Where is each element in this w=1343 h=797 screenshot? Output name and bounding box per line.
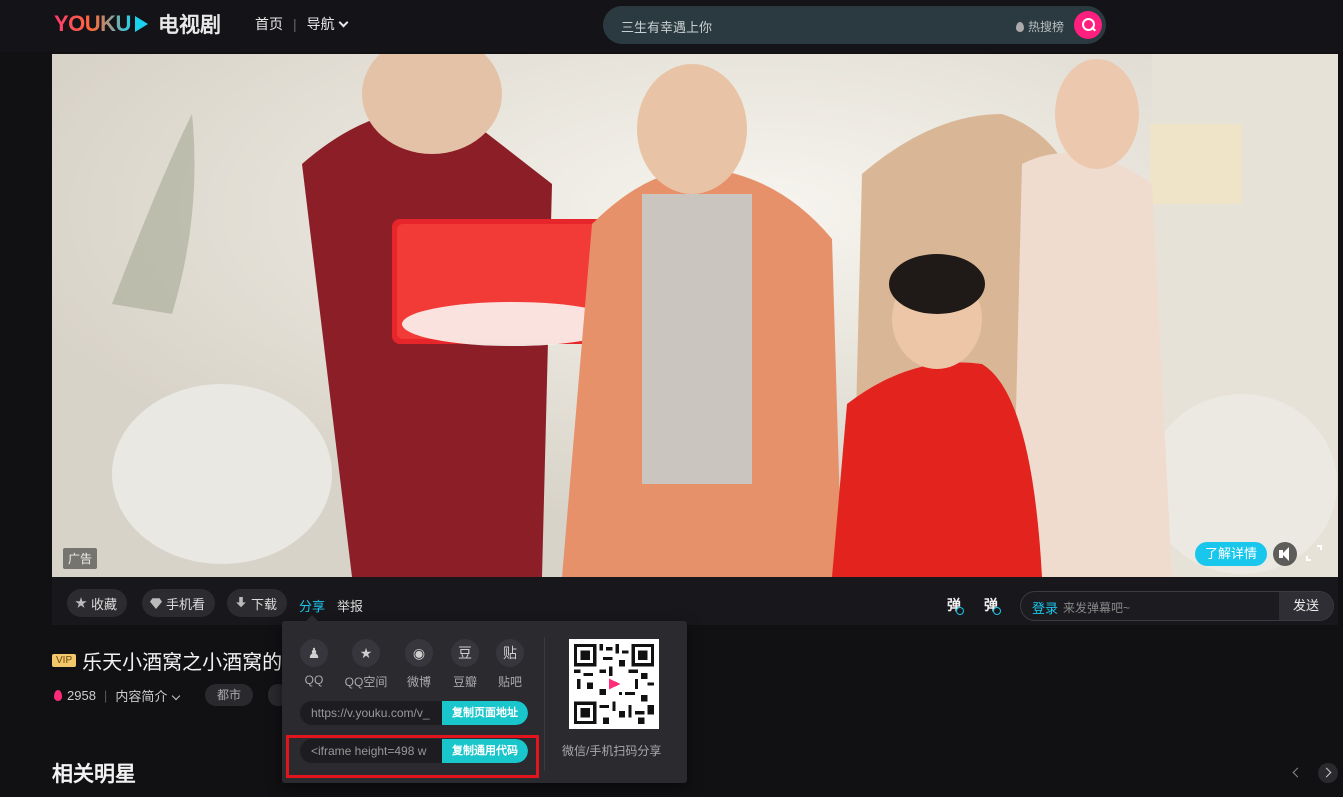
watch-on-mobile-button[interactable]: 手机看 bbox=[142, 589, 216, 617]
qzone-icon: ★ bbox=[352, 639, 380, 667]
qr-code-image bbox=[574, 644, 654, 724]
share-label: 豆瓣 bbox=[452, 675, 477, 689]
nav-menu-label: 导航 bbox=[306, 16, 335, 32]
douban-icon: 豆 bbox=[451, 639, 479, 667]
meta-separator: | bbox=[103, 688, 108, 703]
report-button[interactable]: 举报 bbox=[337, 596, 363, 615]
share-qzone[interactable]: ★ QQ空间 bbox=[341, 639, 391, 690]
share-qq[interactable]: ♟ QQ bbox=[289, 639, 339, 687]
copy-page-url-button[interactable]: 复制页面地址 bbox=[442, 701, 528, 725]
nav-menu-dropdown[interactable]: 导航 bbox=[306, 14, 349, 34]
collect-button[interactable]: 收藏 bbox=[67, 589, 128, 617]
chevron-down-icon bbox=[172, 691, 181, 701]
share-qr-code bbox=[569, 639, 659, 729]
page-url-row: https://v.youku.com/v_ 复制页面地址 bbox=[300, 701, 528, 725]
qr-share-label: 微信/手机扫码分享 bbox=[562, 744, 662, 758]
tieba-icon: 贴 bbox=[496, 639, 524, 667]
next-arrow-icon[interactable] bbox=[1318, 763, 1338, 783]
heat-icon bbox=[54, 690, 62, 701]
top-bar: YOUKU 电视剧 首页 | 导航 三生有幸遇上你 热搜榜 bbox=[0, 0, 1343, 52]
flame-icon bbox=[1016, 21, 1024, 32]
mobile-label: 手机看 bbox=[166, 596, 206, 612]
channel-title[interactable]: 电视剧 bbox=[158, 9, 221, 39]
star-icon bbox=[75, 597, 87, 608]
genre-tag[interactable]: 都市 bbox=[205, 684, 254, 706]
highlight-box bbox=[286, 735, 539, 778]
show-title-row: VIP 乐天小酒窝之小酒窝的 bbox=[52, 646, 282, 675]
video-frame-image bbox=[52, 54, 1338, 577]
intro-label: 内容简介 bbox=[115, 689, 168, 704]
danmu-toggle-icon[interactable]: 弹 bbox=[947, 595, 964, 615]
share-label: 微博 bbox=[406, 675, 431, 689]
danmu-input[interactable]: 来发弹幕吧~ bbox=[1063, 599, 1130, 616]
diamond-icon bbox=[150, 598, 162, 609]
danmu-input-box[interactable]: 登录 来发弹幕吧~ 发送 bbox=[1020, 591, 1334, 621]
search-bar[interactable]: 三生有幸遇上你 热搜榜 bbox=[603, 6, 1106, 44]
nav-separator: | bbox=[293, 16, 297, 32]
play-icon bbox=[134, 16, 148, 32]
download-label: 下载 bbox=[251, 596, 278, 612]
heat-value: 2958 bbox=[67, 688, 96, 703]
section-title-related-stars: 相关明星 bbox=[52, 763, 136, 786]
learn-more-button[interactable]: 了解详情 bbox=[1195, 542, 1267, 566]
volume-icon[interactable] bbox=[1273, 542, 1297, 566]
ad-badge: 广告 bbox=[63, 548, 98, 569]
search-input[interactable]: 三生有幸遇上你 bbox=[621, 17, 712, 36]
logo-wordmark: YOUKU bbox=[54, 11, 131, 36]
prev-arrow-icon[interactable] bbox=[1286, 763, 1306, 783]
share-label: QQ空间 bbox=[344, 675, 388, 689]
fullscreen-icon[interactable] bbox=[1306, 545, 1322, 561]
show-meta-row: 2958 | 内容简介 bbox=[54, 686, 181, 705]
share-weibo[interactable]: ◉ 微博 bbox=[394, 639, 444, 690]
qq-icon: ♟ bbox=[300, 639, 328, 667]
player-action-bar: 收藏 手机看 下载 分享 举报 弹 弹 登录 来发弹幕吧~ 发送 bbox=[52, 577, 1338, 625]
show-title: 乐天小酒窝之小酒窝的 bbox=[82, 652, 283, 674]
youku-logo[interactable]: YOUKU 电视剧 bbox=[54, 9, 221, 39]
chevron-down-icon bbox=[338, 17, 349, 28]
main-nav: 首页 | 导航 bbox=[255, 14, 349, 34]
search-button[interactable] bbox=[1074, 11, 1102, 39]
collect-label: 收藏 bbox=[91, 596, 118, 612]
nav-home-link[interactable]: 首页 bbox=[255, 14, 283, 34]
page-url-field[interactable]: https://v.youku.com/v_ bbox=[311, 706, 441, 720]
hot-search-label: 热搜榜 bbox=[1028, 20, 1065, 34]
download-button[interactable]: 下载 bbox=[227, 589, 288, 617]
share-label: QQ bbox=[304, 673, 324, 687]
danmu-login-link[interactable]: 登录 bbox=[1032, 598, 1058, 617]
hot-search-link[interactable]: 热搜榜 bbox=[1016, 18, 1064, 35]
vip-badge: VIP bbox=[52, 654, 77, 667]
danmu-settings-icon[interactable]: 弹 bbox=[984, 595, 1001, 615]
intro-toggle[interactable]: 内容简介 bbox=[115, 686, 181, 705]
share-tieba[interactable]: 贴 贴吧 bbox=[485, 639, 535, 690]
video-player[interactable]: 广告 了解详情 bbox=[52, 54, 1338, 577]
download-icon bbox=[236, 597, 246, 608]
danmu-send-button[interactable]: 发送 bbox=[1279, 592, 1333, 620]
popup-divider bbox=[544, 637, 545, 771]
share-label: 贴吧 bbox=[497, 675, 522, 689]
share-button[interactable]: 分享 bbox=[299, 596, 325, 615]
share-douban[interactable]: 豆 豆瓣 bbox=[440, 639, 490, 690]
weibo-icon: ◉ bbox=[405, 639, 433, 667]
